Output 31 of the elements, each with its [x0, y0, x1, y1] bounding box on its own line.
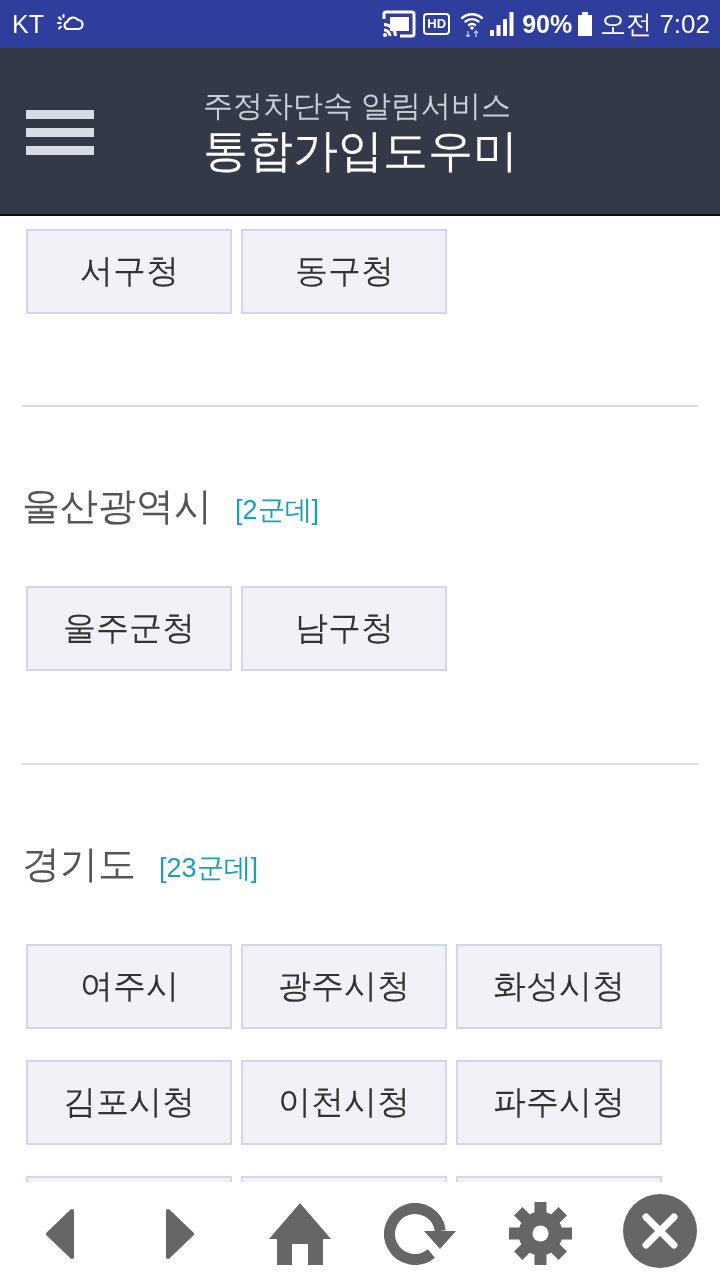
wifi-icon: [460, 11, 485, 37]
office-button[interactable]: 여주시: [26, 944, 232, 1029]
office-count: [23군데]: [159, 852, 259, 885]
region-heading: 울산광역시: [22, 484, 212, 529]
back-icon[interactable]: [44, 1206, 76, 1261]
office-button[interactable]: 남구청: [241, 586, 447, 671]
close-icon[interactable]: [623, 1193, 697, 1268]
settings-icon[interactable]: [508, 1202, 572, 1265]
refresh-icon[interactable]: [384, 1202, 456, 1265]
hd-indicator: HD: [423, 13, 451, 35]
office-button[interactable]: 파주시청: [456, 1060, 662, 1145]
office-button[interactable]: 이천시청: [241, 1060, 447, 1145]
cast-icon: [382, 10, 417, 38]
battery-icon: [578, 12, 593, 36]
clock-time: 오전 7:02: [600, 9, 710, 39]
home-icon[interactable]: [269, 1202, 331, 1265]
forward-icon[interactable]: [164, 1206, 196, 1261]
battery-percent: 90%: [522, 9, 573, 39]
menu-icon[interactable]: [26, 109, 94, 155]
office-button[interactable]: 광주시청: [241, 944, 447, 1029]
office-button[interactable]: 김포시청: [26, 1060, 232, 1145]
office-button[interactable]: 울주군청: [26, 586, 232, 671]
office-button[interactable]: 서구청: [26, 229, 232, 314]
header-subtitle: 주정차단속 알림서비스: [203, 88, 513, 124]
signal-icon: [490, 12, 515, 36]
office-count: [2군데]: [235, 494, 320, 527]
carrier-name: KT: [12, 9, 44, 39]
header-title: 통합가입도우미: [203, 124, 518, 178]
region-heading: 경기도: [22, 842, 136, 887]
office-button[interactable]: 동구청: [241, 229, 447, 314]
office-button[interactable]: 화성시청: [456, 944, 662, 1029]
